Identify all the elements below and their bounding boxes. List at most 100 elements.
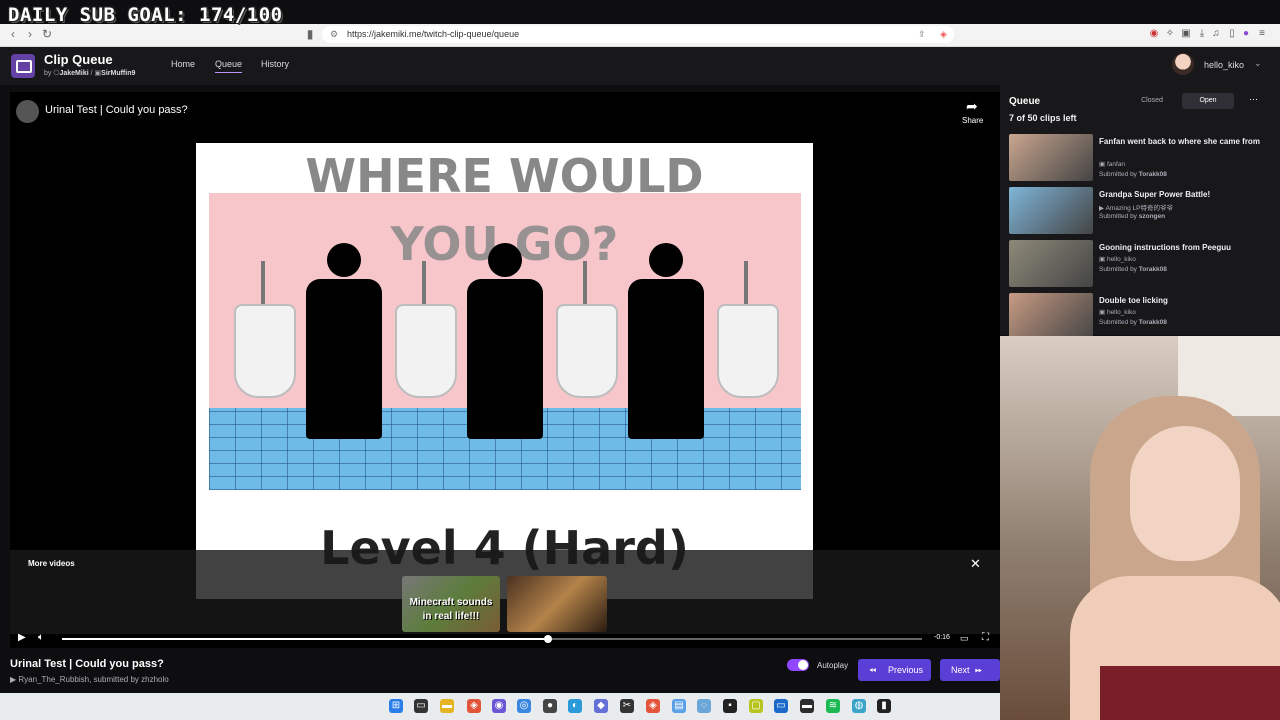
volume-icon[interactable]: 🔈︎ bbox=[38, 632, 44, 643]
autoplay-toggle[interactable] bbox=[787, 659, 809, 671]
queue-item-submitter: Torakk08 bbox=[1138, 171, 1167, 178]
share-page-icon[interactable]: ⇪ bbox=[918, 26, 926, 43]
url-text: https://jakemiki.me/twitch-clip-queue/qu… bbox=[347, 29, 520, 39]
queue-item-channel: ▣ fanfan bbox=[1099, 161, 1126, 168]
brave-shield-icon[interactable]: ◈ bbox=[940, 26, 947, 43]
webcam-person-face bbox=[1130, 426, 1240, 561]
clip-channel[interactable]: Ryan_The_Rubbish bbox=[18, 675, 89, 684]
progress-knob[interactable] bbox=[543, 635, 552, 643]
app-title: Clip Queue bbox=[44, 52, 113, 67]
wallet-icon[interactable]: ● bbox=[1240, 28, 1252, 40]
queue-item[interactable]: Grandpa Super Power Battle! ▶ Amazing LP… bbox=[1009, 187, 1271, 235]
browser-toolbar: ‹ › ↻ ▮ ⚙ https://jakemiki.me/twitch-cli… bbox=[0, 24, 1280, 47]
app-icon-3[interactable]: ▢ bbox=[749, 699, 763, 713]
queue-item[interactable]: Gooning instructions from Peeguu ▣ hello… bbox=[1009, 240, 1271, 288]
queue-item-title: Double toe licking bbox=[1099, 296, 1168, 305]
play-icon[interactable]: ▶ bbox=[18, 632, 26, 643]
queue-open-toggle[interactable]: Open bbox=[1182, 93, 1234, 109]
brave-browser-icon[interactable]: ◈ bbox=[467, 699, 481, 713]
author-link-1[interactable]: JakeMiki bbox=[59, 70, 88, 77]
time-remaining: -0:16 bbox=[934, 634, 950, 641]
terminal-icon[interactable]: ▪ bbox=[723, 699, 737, 713]
nav-queue[interactable]: Queue bbox=[215, 59, 243, 73]
app-icon-5[interactable]: ▮ bbox=[877, 699, 891, 713]
app-icon[interactable]: ◉ bbox=[492, 699, 506, 713]
console-icon[interactable]: ▬ bbox=[800, 699, 814, 713]
queue-item-channel: ▣ hello_kiko bbox=[1099, 256, 1136, 263]
capcut-icon[interactable]: ✂ bbox=[620, 699, 634, 713]
queue-thumb[interactable] bbox=[1009, 134, 1093, 181]
next-icon: ⏩︎ bbox=[975, 665, 983, 675]
monitor-icon[interactable]: ▭ bbox=[774, 699, 788, 713]
back-icon[interactable]: ‹ bbox=[6, 27, 20, 41]
youtube-icon: ▶ bbox=[10, 675, 17, 684]
music-icon[interactable]: ♫ bbox=[1210, 28, 1222, 40]
by-label: by bbox=[44, 70, 52, 77]
webcam-overlay bbox=[1000, 336, 1280, 720]
author-link-2[interactable]: SirMuffin9 bbox=[101, 70, 135, 77]
progress-bar[interactable] bbox=[62, 635, 922, 643]
queue-item-submitted: Submitted by Torakk08 bbox=[1099, 266, 1167, 273]
sidebar-icon[interactable]: ▯ bbox=[1226, 28, 1238, 40]
queue-item-submitter: szongen bbox=[1138, 213, 1166, 220]
submitted-prefix: Submitted by bbox=[1099, 319, 1137, 326]
brave-icon[interactable]: ◈ bbox=[646, 699, 660, 713]
queue-item[interactable]: Double toe licking ▣ hello_kiko Submitte… bbox=[1009, 293, 1271, 341]
bookmark-icon[interactable]: ▮ bbox=[303, 27, 317, 41]
task-view-icon[interactable]: ▭ bbox=[414, 699, 428, 713]
autoplay-label: Autoplay bbox=[817, 661, 849, 670]
obs-icon[interactable]: ● bbox=[543, 699, 557, 713]
video-title[interactable]: Urinal Test | Could you pass? bbox=[45, 104, 188, 116]
player-controls: ▶ 🔈︎ -0:16 ▭ ⛶ bbox=[10, 630, 1000, 648]
user-name[interactable]: hello_kiko bbox=[1204, 60, 1244, 70]
queue-thumb[interactable] bbox=[1009, 240, 1093, 287]
menu-icon[interactable]: ≡ bbox=[1256, 28, 1268, 40]
logo-icon[interactable] bbox=[11, 54, 35, 78]
forward-icon[interactable]: › bbox=[23, 27, 37, 41]
more-options-icon[interactable]: ⋯ bbox=[1249, 94, 1258, 105]
edge-icon[interactable]: ◐ bbox=[568, 699, 582, 713]
notes-icon[interactable]: ▤ bbox=[672, 699, 686, 713]
clip-meta: ▶ Ryan_The_Rubbish, submitted by zhzholo bbox=[10, 675, 169, 684]
spotify-icon[interactable]: ≋ bbox=[826, 699, 840, 713]
suggested-video-thumb[interactable] bbox=[507, 576, 607, 632]
queue-heading: Queue bbox=[1009, 96, 1041, 107]
miniplayer-icon[interactable]: ▭ bbox=[960, 633, 969, 644]
next-button[interactable]: Next ⏩︎ bbox=[940, 659, 1000, 681]
nav-home[interactable]: Home bbox=[171, 59, 195, 69]
discord-icon[interactable]: ◆ bbox=[594, 699, 608, 713]
nav-history[interactable]: History bbox=[261, 59, 289, 69]
share-icon[interactable]: ➦ bbox=[966, 98, 978, 115]
url-bar[interactable]: ⚙ https://jakemiki.me/twitch-clip-queue/… bbox=[322, 26, 954, 43]
queue-item[interactable]: Fanfan went back to where she came from … bbox=[1009, 134, 1271, 182]
share-label[interactable]: Share bbox=[962, 116, 983, 125]
extensions-icon[interactable]: ✧ bbox=[1164, 28, 1176, 40]
queue-item-submitted: Submitted by Torakk08 bbox=[1099, 171, 1167, 178]
author-separator: / bbox=[90, 70, 93, 77]
close-icon[interactable]: ✕ bbox=[970, 556, 981, 572]
previous-button[interactable]: ⏪︎ Previous bbox=[858, 659, 931, 681]
app-icon-4[interactable]: ◍ bbox=[852, 699, 866, 713]
site-info-icon[interactable]: ⚙ bbox=[330, 26, 338, 43]
video-player[interactable]: Urinal Test | Could you pass? ➦ Share WH… bbox=[10, 92, 1000, 648]
app-icon-2[interactable]: ◌ bbox=[697, 699, 711, 713]
extension-icon[interactable]: ◉ bbox=[1148, 28, 1160, 40]
suggested-video-thumb[interactable]: Minecraft sounds in real life!!! bbox=[402, 576, 500, 632]
queue-thumb[interactable] bbox=[1009, 293, 1093, 340]
screenshot-icon[interactable]: ▣ bbox=[1180, 28, 1192, 40]
queue-count: 7 of 50 clips left bbox=[1009, 113, 1077, 123]
avatar[interactable] bbox=[1172, 53, 1194, 75]
person-graphic bbox=[628, 279, 704, 439]
channel-avatar[interactable] bbox=[16, 100, 39, 123]
file-explorer-icon[interactable]: ▬ bbox=[440, 699, 454, 713]
queue-thumb[interactable] bbox=[1009, 187, 1093, 234]
chrome-icon[interactable]: ◎ bbox=[517, 699, 531, 713]
queue-closed-toggle[interactable]: Closed bbox=[1130, 93, 1174, 109]
chevron-down-icon[interactable]: ⌄ bbox=[1254, 58, 1262, 69]
reload-icon[interactable]: ↻ bbox=[40, 27, 54, 41]
fullscreen-icon[interactable]: ⛶ bbox=[982, 632, 989, 643]
suggested-video-caption: Minecraft sounds in real life!!! bbox=[402, 596, 500, 624]
pipe-graphic bbox=[422, 261, 426, 306]
download-icon[interactable]: ⤓ bbox=[1196, 28, 1208, 40]
windows-start-icon[interactable]: ⊞ bbox=[389, 699, 403, 713]
